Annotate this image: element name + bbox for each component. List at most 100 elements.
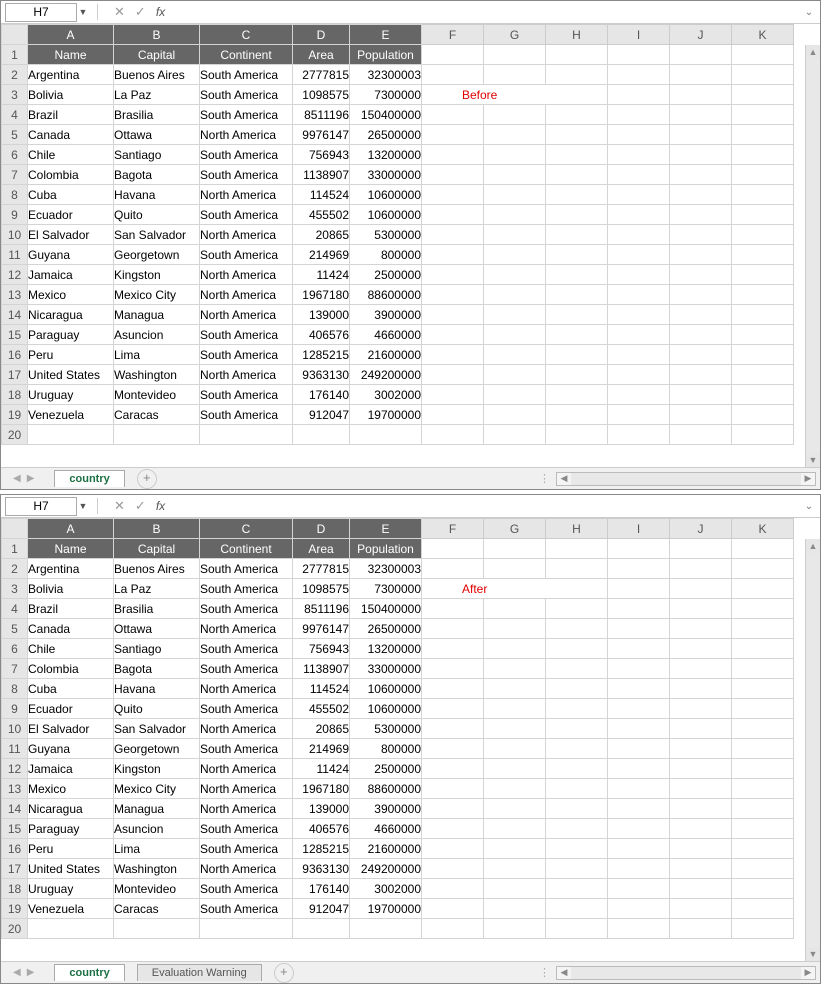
- cell[interactable]: [546, 699, 608, 719]
- cell[interactable]: [546, 679, 608, 699]
- cell[interactable]: Havana: [114, 185, 200, 205]
- row-header[interactable]: 14: [2, 305, 28, 325]
- cell[interactable]: [670, 719, 732, 739]
- cell[interactable]: [732, 699, 794, 719]
- cell[interactable]: [546, 425, 608, 445]
- cell[interactable]: [608, 879, 670, 899]
- cell[interactable]: [608, 285, 670, 305]
- row-header[interactable]: 8: [2, 679, 28, 699]
- cell[interactable]: Georgetown: [114, 739, 200, 759]
- cell[interactable]: [422, 719, 484, 739]
- resize-grip-icon[interactable]: ⋮: [533, 966, 556, 979]
- cell[interactable]: 19700000: [350, 405, 422, 425]
- cell[interactable]: [546, 205, 608, 225]
- cell[interactable]: 912047: [293, 405, 350, 425]
- cell[interactable]: [608, 579, 670, 599]
- scroll-up-icon[interactable]: ▲: [806, 539, 820, 553]
- column-header-J[interactable]: J: [670, 25, 732, 45]
- cell[interactable]: South America: [200, 739, 293, 759]
- formula-input[interactable]: [173, 3, 802, 22]
- cell[interactable]: 139000: [293, 305, 350, 325]
- column-header-H[interactable]: H: [546, 25, 608, 45]
- cell[interactable]: [546, 839, 608, 859]
- cell[interactable]: 20865: [293, 225, 350, 245]
- cell[interactable]: [546, 285, 608, 305]
- cell[interactable]: Chile: [28, 639, 114, 659]
- cell[interactable]: [670, 405, 732, 425]
- scroll-down-icon[interactable]: ▼: [806, 453, 820, 467]
- cell[interactable]: 21600000: [350, 345, 422, 365]
- cell[interactable]: South America: [200, 385, 293, 405]
- cell[interactable]: [546, 45, 608, 65]
- cell[interactable]: [732, 759, 794, 779]
- cell[interactable]: [422, 759, 484, 779]
- cell[interactable]: South America: [200, 659, 293, 679]
- cell[interactable]: North America: [200, 859, 293, 879]
- cell[interactable]: Argentina: [28, 559, 114, 579]
- cell[interactable]: 9363130: [293, 365, 350, 385]
- cell[interactable]: [422, 859, 484, 879]
- cell[interactable]: 2777815: [293, 65, 350, 85]
- cell[interactable]: [608, 819, 670, 839]
- cell[interactable]: [732, 539, 794, 559]
- cell[interactable]: [670, 165, 732, 185]
- cell[interactable]: 214969: [293, 739, 350, 759]
- cell[interactable]: 11424: [293, 265, 350, 285]
- cell[interactable]: [484, 405, 546, 425]
- cell[interactable]: [608, 539, 670, 559]
- row-header[interactable]: 17: [2, 365, 28, 385]
- cell[interactable]: [546, 145, 608, 165]
- cell[interactable]: 7300000: [350, 85, 422, 105]
- cell[interactable]: Asuncion: [114, 819, 200, 839]
- row-header[interactable]: 14: [2, 799, 28, 819]
- row-header[interactable]: 5: [2, 619, 28, 639]
- cell[interactable]: [670, 799, 732, 819]
- cell[interactable]: Bagota: [114, 659, 200, 679]
- cell[interactable]: [670, 859, 732, 879]
- cell[interactable]: 26500000: [350, 619, 422, 639]
- row-header[interactable]: 15: [2, 819, 28, 839]
- vertical-scrollbar[interactable]: ▲ ▼: [805, 45, 820, 467]
- row-header[interactable]: 1: [2, 539, 28, 559]
- row-header[interactable]: 11: [2, 245, 28, 265]
- cell[interactable]: 3900000: [350, 799, 422, 819]
- cell[interactable]: [608, 659, 670, 679]
- cell[interactable]: 800000: [350, 245, 422, 265]
- cell[interactable]: [546, 125, 608, 145]
- cell[interactable]: 20865: [293, 719, 350, 739]
- column-header-A[interactable]: A: [28, 519, 114, 539]
- cell[interactable]: Quito: [114, 205, 200, 225]
- row-header[interactable]: 17: [2, 859, 28, 879]
- cell[interactable]: [732, 345, 794, 365]
- sheet-tab-country[interactable]: country: [54, 470, 124, 487]
- cell[interactable]: Uruguay: [28, 879, 114, 899]
- cell[interactable]: [484, 125, 546, 145]
- cell[interactable]: North America: [200, 799, 293, 819]
- cell[interactable]: 2777815: [293, 559, 350, 579]
- cell[interactable]: [670, 559, 732, 579]
- cell[interactable]: [608, 105, 670, 125]
- cell[interactable]: 756943: [293, 145, 350, 165]
- scroll-track[interactable]: [806, 553, 820, 947]
- cell[interactable]: [350, 425, 422, 445]
- cell[interactable]: [484, 205, 546, 225]
- cell[interactable]: Colombia: [28, 659, 114, 679]
- cell[interactable]: [546, 879, 608, 899]
- cell[interactable]: [608, 345, 670, 365]
- column-header-B[interactable]: B: [114, 519, 200, 539]
- cell[interactable]: 5300000: [350, 225, 422, 245]
- cell[interactable]: [732, 285, 794, 305]
- cell[interactable]: Washington: [114, 859, 200, 879]
- cell[interactable]: [422, 839, 484, 859]
- name-box[interactable]: H7: [5, 497, 77, 516]
- column-header-I[interactable]: I: [608, 519, 670, 539]
- cell[interactable]: [670, 45, 732, 65]
- cell[interactable]: [670, 699, 732, 719]
- cell[interactable]: [484, 599, 546, 619]
- cell[interactable]: [546, 185, 608, 205]
- column-header-C[interactable]: C: [200, 25, 293, 45]
- row-header[interactable]: 6: [2, 639, 28, 659]
- cell[interactable]: South America: [200, 325, 293, 345]
- cell[interactable]: 3002000: [350, 879, 422, 899]
- cell[interactable]: [608, 699, 670, 719]
